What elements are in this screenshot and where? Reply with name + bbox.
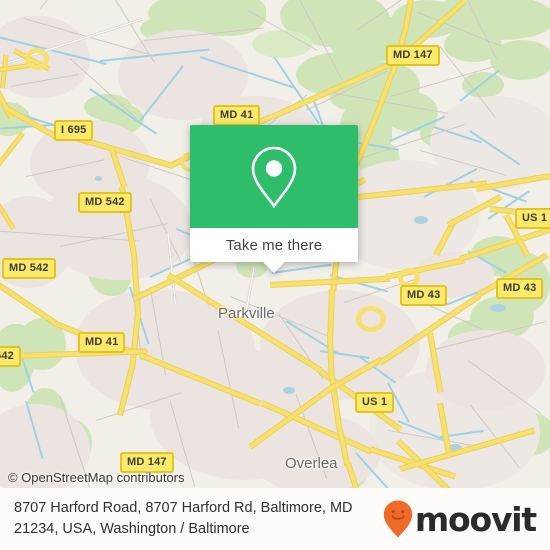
take-me-there-label: Take me there [225, 236, 323, 254]
moovit-logo[interactable]: moovit [383, 499, 537, 539]
map-water [95, 176, 102, 181]
footer-bar: 8707 Harford Road, 8707 Harford Rd, Balt… [0, 488, 550, 550]
shield-md-542-upper: MD 542 [78, 192, 132, 213]
moovit-smiley-pin-icon [383, 500, 413, 538]
map-urban-area [426, 330, 546, 410]
moovit-map-card: Parkville Overlea MD 147 MD 41 I 695 MD … [0, 0, 550, 550]
moovit-wordmark: moovit [414, 499, 537, 539]
callout-image-panel [190, 125, 358, 228]
shield-i-695: I 695 [54, 120, 94, 141]
shield-md-542-edge: 542 [0, 346, 21, 367]
shield-md-147-north: MD 147 [386, 45, 440, 66]
map-water [490, 304, 506, 312]
osm-attribution[interactable]: © OpenStreetMap contributors [8, 470, 185, 485]
location-callout[interactable]: Take me there [190, 125, 358, 273]
shield-md-43-center: MD 43 [400, 285, 448, 306]
shield-md-41-south: MD 41 [78, 332, 126, 353]
map-interchange-loop [25, 48, 49, 70]
map-water [414, 216, 428, 224]
shield-us-1-south: US 1 [355, 392, 395, 413]
take-me-there-button[interactable]: Take me there [190, 228, 358, 273]
address-label: 8707 Harford Road, 8707 Harford Rd, Balt… [14, 500, 353, 537]
shield-us-1-right: US 1 [515, 208, 550, 229]
shield-md-43-right: MD 43 [496, 278, 544, 299]
callout-pointer-tail [263, 262, 285, 273]
place-label-overlea: Overlea [285, 455, 338, 472]
place-label-parkville: Parkville [218, 305, 275, 322]
shield-md-542-lower: MD 542 [2, 258, 56, 279]
shield-md-41-north: MD 41 [213, 105, 261, 126]
map-interchange-loop [356, 306, 386, 332]
map-water [283, 387, 295, 394]
map-pin-icon [251, 146, 297, 208]
map-canvas[interactable]: Parkville Overlea MD 147 MD 41 I 695 MD … [0, 0, 550, 488]
map-green-area [252, 30, 312, 58]
